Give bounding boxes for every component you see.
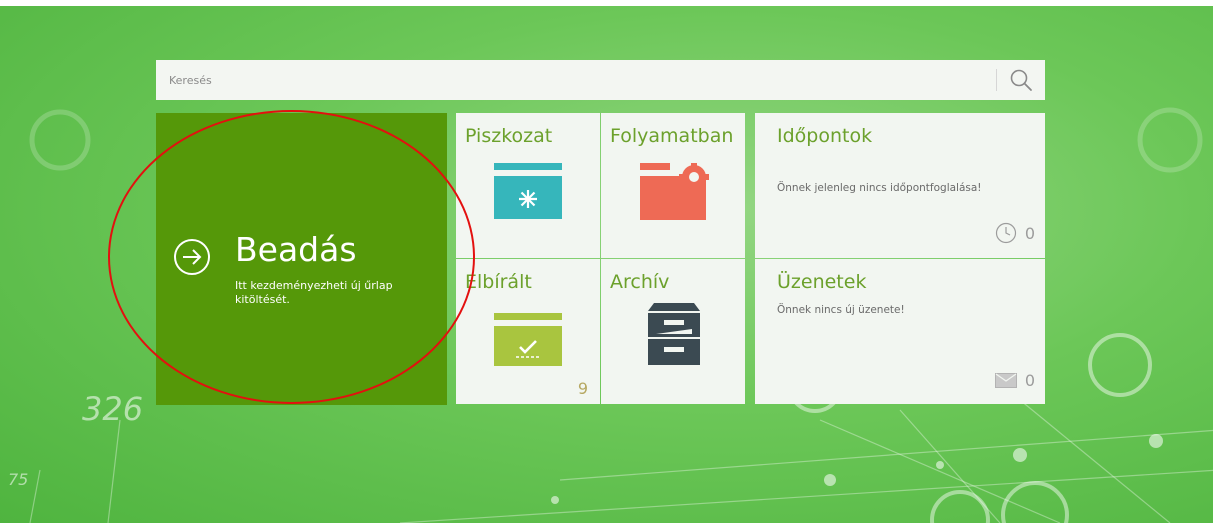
tile-uzenetek[interactable]: Üzenetek Önnek nincs új üzenete! 0 — [755, 259, 1045, 404]
tile-idopontok[interactable]: Időpontok Önnek jelenleg nincs időpontfo… — [755, 113, 1045, 258]
search-button[interactable] — [1007, 66, 1037, 94]
search-bar — [156, 60, 1045, 100]
envelope-icon — [994, 373, 1017, 388]
background-number: 326 — [82, 390, 144, 428]
tile-idopontok-meta: 0 — [995, 222, 1035, 244]
tile-uzenetek-count: 0 — [1024, 371, 1035, 390]
archive-cabinet-icon — [648, 303, 700, 365]
folder-check-icon — [494, 313, 562, 366]
tile-beadas-title: Beadás — [235, 230, 357, 269]
tile-archiv[interactable]: Archív — [601, 259, 745, 404]
search-input[interactable] — [156, 60, 994, 100]
tile-folyamatban[interactable]: Folyamatban — [601, 113, 745, 258]
folder-gear-icon — [640, 163, 709, 220]
tile-archiv-title: Archív — [610, 271, 670, 293]
tile-idopontok-message: Önnek jelenleg nincs időpontfoglalása! — [777, 182, 982, 194]
tile-piszkozat-title: Piszkozat — [465, 125, 553, 147]
tile-uzenetek-meta: 0 — [994, 371, 1035, 390]
window-frame-top — [0, 0, 1219, 6]
clock-icon — [995, 222, 1016, 244]
folder-star-icon — [494, 163, 562, 219]
tile-beadas[interactable]: Beadás Itt kezdeményezheti új űrlap kitö… — [156, 113, 447, 405]
tile-idopontok-title: Időpontok — [777, 125, 873, 147]
tile-elbiralt[interactable]: Elbírált 9 — [456, 259, 600, 404]
tile-folyamatban-title: Folyamatban — [610, 125, 734, 147]
tile-elbiralt-count: 9 — [577, 379, 588, 398]
search-divider — [996, 69, 997, 91]
window-frame-right — [1213, 0, 1219, 523]
tile-beadas-description: Itt kezdeményezheti új űrlap kitöltését. — [235, 279, 393, 306]
background-number: 75 — [8, 470, 29, 489]
tile-elbiralt-title: Elbírált — [465, 271, 532, 293]
arrow-circle-right-icon — [174, 239, 210, 275]
tile-uzenetek-title: Üzenetek — [777, 271, 867, 293]
search-icon — [1010, 69, 1032, 91]
tile-piszkozat[interactable]: Piszkozat — [456, 113, 600, 258]
tile-idopontok-count: 0 — [1024, 223, 1035, 243]
tile-uzenetek-message: Önnek nincs új üzenete! — [777, 304, 905, 316]
